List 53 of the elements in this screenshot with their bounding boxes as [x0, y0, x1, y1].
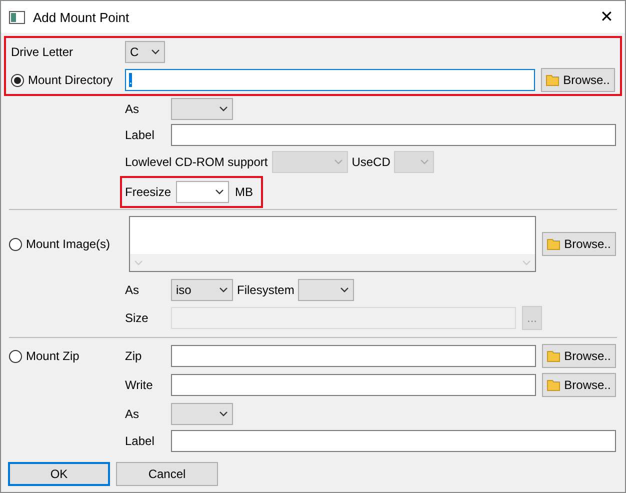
field-label: Label	[125, 434, 156, 448]
chevron-down-icon	[134, 260, 143, 266]
radio-option[interactable]: Mount Zip	[9, 349, 80, 363]
field-label: As	[125, 407, 140, 421]
browse-button[interactable]: Browse..	[542, 373, 616, 397]
chevron-down-icon	[522, 260, 531, 266]
image-list[interactable]	[129, 216, 536, 272]
browse-button[interactable]: Browse..	[542, 232, 616, 256]
horizontal-scrollbar[interactable]	[130, 254, 535, 271]
chevron-down-icon	[219, 287, 228, 293]
dropdown[interactable]	[298, 279, 354, 301]
dropdown[interactable]: C	[125, 41, 165, 63]
label-field[interactable]	[171, 430, 616, 452]
dropdown[interactable]	[171, 98, 233, 120]
chevron-down-icon	[219, 106, 228, 112]
field-label: Zip	[125, 349, 143, 363]
field-label: Size	[125, 311, 150, 325]
field-label: Freesize	[125, 185, 172, 199]
radio-option[interactable]: Mount Image(s)	[9, 237, 110, 251]
browse-button[interactable]: Browse..	[541, 68, 615, 92]
radio-option[interactable]: Mount Directory	[11, 73, 113, 87]
chevron-down-icon	[151, 49, 160, 55]
window-title: Add Mount Point	[33, 10, 130, 24]
folder-icon	[546, 74, 560, 86]
dialog-button[interactable]: OK	[8, 462, 110, 486]
dialog-button[interactable]: Cancel	[116, 462, 218, 486]
chevron-down-icon	[340, 287, 350, 293]
chevron-down-icon	[219, 411, 228, 417]
folder-icon	[547, 379, 562, 391]
window-icon	[9, 10, 25, 24]
field-label: As	[125, 283, 140, 297]
close-button[interactable]: ✕	[596, 7, 617, 27]
zip-field[interactable]	[171, 345, 536, 367]
folder-icon	[547, 350, 562, 362]
dropdown[interactable]	[171, 403, 233, 425]
field-label: Write	[125, 378, 154, 392]
field-label: As	[125, 102, 140, 116]
chevron-down-icon	[420, 159, 430, 165]
browse-button[interactable]: Browse..	[542, 344, 616, 368]
directory-field[interactable]: .	[125, 69, 535, 91]
field-label: Label	[125, 128, 156, 142]
dropdown[interactable]	[176, 181, 230, 203]
label-field[interactable]	[171, 124, 616, 146]
unit-label: MB	[235, 185, 254, 199]
field-label: Lowlevel CD-ROM support	[125, 155, 268, 169]
field-label: Drive Letter	[11, 45, 74, 59]
chevron-down-icon	[215, 189, 224, 195]
field-label: Filesystem	[237, 283, 294, 297]
chevron-down-icon	[334, 159, 343, 165]
dropdown[interactable]: iso	[171, 279, 233, 301]
write-field[interactable]	[171, 374, 536, 396]
field-label: UseCD	[352, 155, 390, 169]
folder-icon	[547, 238, 562, 250]
